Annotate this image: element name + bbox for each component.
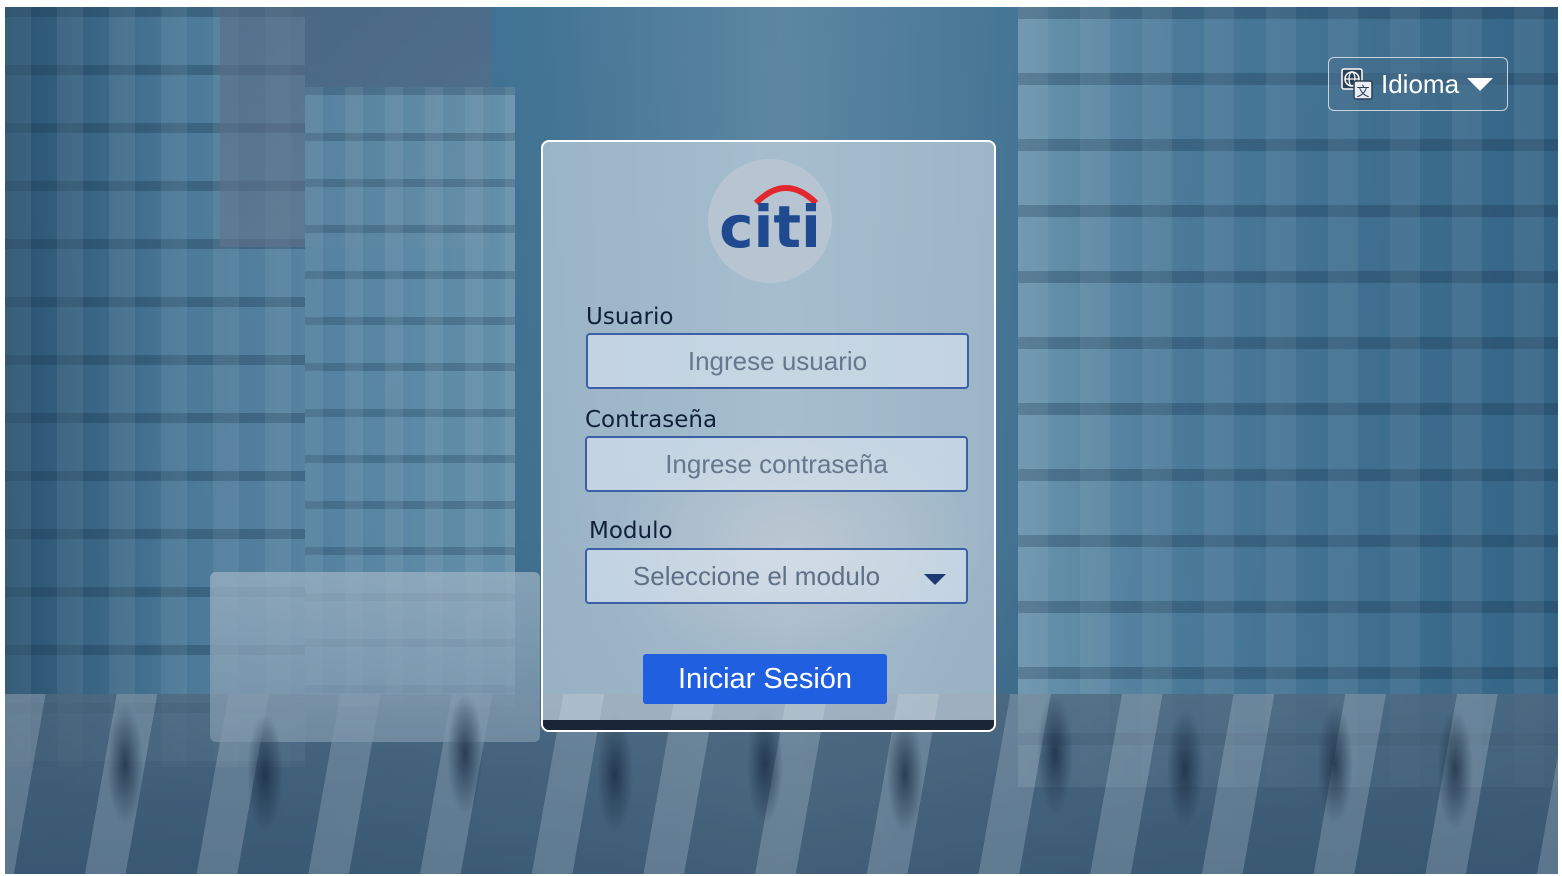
citi-logo: citi	[708, 159, 832, 283]
password-input[interactable]	[585, 436, 968, 492]
username-input[interactable]	[586, 333, 969, 389]
translate-icon: 文	[1339, 66, 1375, 102]
login-card: citi Usuario Contraseña Modulo Seleccion…	[541, 140, 996, 732]
svg-text:文: 文	[1356, 85, 1369, 100]
logo-text: citi	[719, 193, 821, 261]
language-button-label: Idioma	[1381, 68, 1460, 99]
chevron-down-icon	[924, 574, 946, 585]
card-footer-bar	[543, 720, 994, 730]
chevron-down-icon	[1467, 77, 1494, 91]
background-city-image: 文 Idioma citi Usuario Contraseña Modulo …	[5, 7, 1558, 874]
password-label: Contraseña	[585, 407, 718, 433]
language-button[interactable]: 文 Idioma	[1328, 57, 1508, 111]
citi-logo-mark: citi	[719, 185, 821, 261]
module-select[interactable]: Seleccione el modulo	[585, 548, 968, 604]
module-label: Modulo	[589, 518, 673, 544]
module-select-value: Seleccione el modulo	[632, 560, 881, 591]
username-label: Usuario	[586, 304, 674, 330]
login-button[interactable]: Iniciar Sesión	[643, 654, 887, 704]
